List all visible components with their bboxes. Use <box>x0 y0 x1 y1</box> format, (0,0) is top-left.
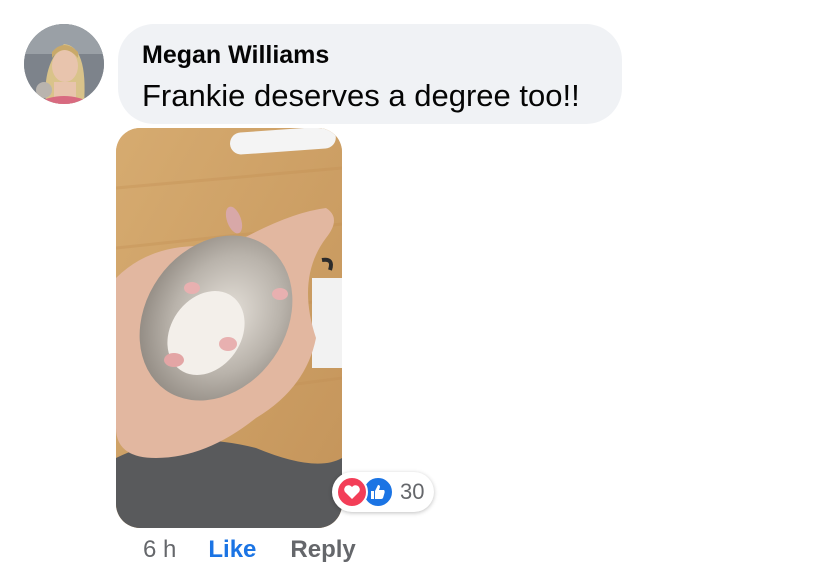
comment-bubble: Megan Williams Frankie deserves a degree… <box>118 24 622 124</box>
hamster-photo-icon <box>116 128 342 528</box>
reaction-summary[interactable]: 30 <box>332 472 435 512</box>
comment-text: Frankie deserves a degree too!! <box>142 78 580 113</box>
comment-actions: 6 h Like Reply <box>143 532 356 568</box>
comment-photo[interactable] <box>116 128 342 528</box>
heart-reaction-icon <box>336 476 368 508</box>
like-button[interactable]: Like <box>208 536 256 564</box>
reaction-count: 30 <box>400 479 425 504</box>
profile-photo-icon <box>24 24 104 104</box>
reply-button[interactable]: Reply <box>290 536 355 564</box>
comment-author[interactable]: Megan Williams <box>142 40 598 70</box>
comment-timestamp[interactable]: 6 h <box>143 536 176 564</box>
avatar[interactable] <box>24 24 104 104</box>
